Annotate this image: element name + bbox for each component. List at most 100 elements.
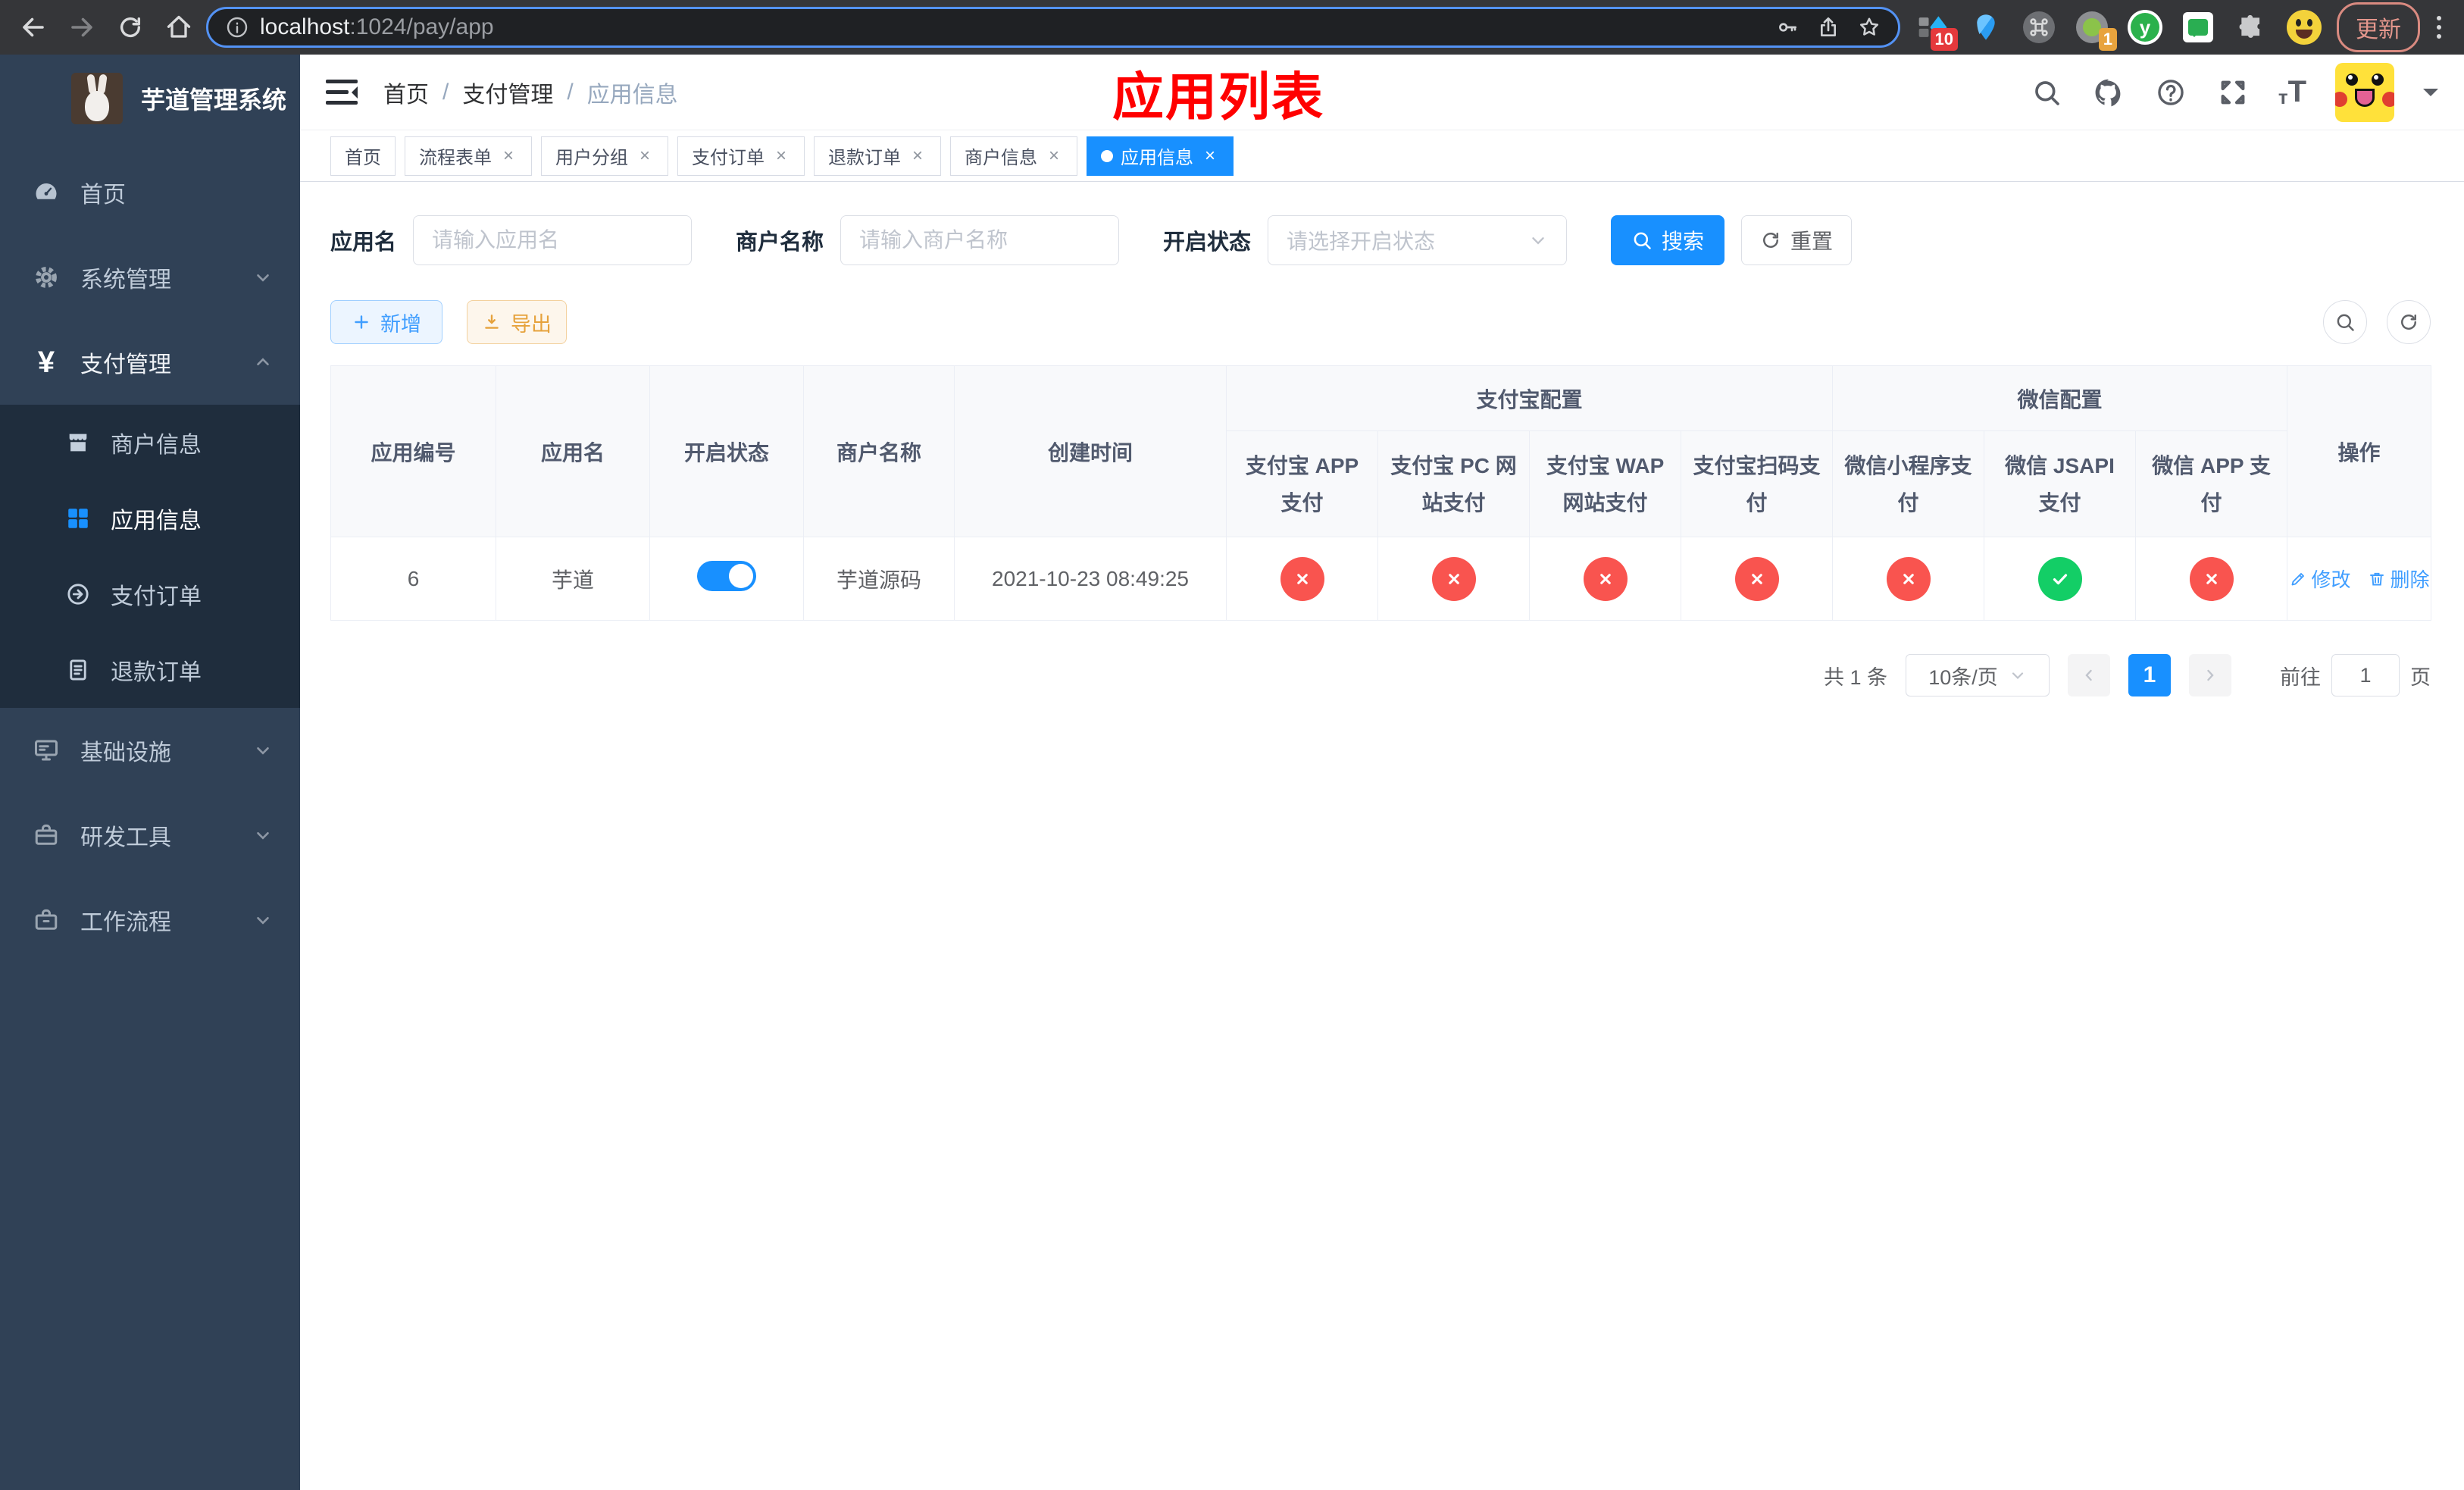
hamburger-icon[interactable] [326, 79, 358, 106]
tab-process-form[interactable]: 流程表单 [405, 136, 532, 176]
active-tab-dot [1101, 149, 1113, 162]
url-host: localhost [260, 14, 350, 39]
cell-merchant: 芋道源码 [803, 537, 955, 621]
page-size-select[interactable]: 10条/页 [1906, 654, 2050, 696]
browser-reload-button[interactable] [109, 6, 152, 49]
github-icon[interactable] [2092, 76, 2125, 109]
ext-recorder-icon[interactable]: 1 [2075, 10, 2117, 51]
delete-link[interactable]: 删除 [2368, 565, 2430, 593]
ext-command-icon[interactable] [2022, 10, 2056, 45]
tab-close-icon[interactable] [636, 147, 654, 165]
user-caret-down-icon[interactable] [2423, 88, 2438, 104]
browser-chrome: localhost:1024/pay/app 10 1 y 更新 [0, 0, 2464, 55]
ext-y-icon[interactable]: y [2128, 10, 2162, 45]
yen-icon [32, 348, 61, 377]
toolbox-icon [32, 821, 61, 850]
search-button[interactable]: 搜索 [1611, 215, 1725, 265]
tab-close-icon[interactable] [1201, 147, 1219, 165]
extensions-puzzle-icon[interactable] [2234, 10, 2269, 45]
toggle-search-button[interactable] [2323, 300, 2367, 344]
add-button[interactable]: 新增 [330, 300, 442, 344]
goto-page-input[interactable] [2331, 654, 2400, 696]
add-button-label: 新增 [380, 312, 421, 336]
tab-close-icon[interactable] [499, 147, 518, 165]
font-size-icon[interactable]: тT [2278, 75, 2306, 109]
sidebar-item-payment[interactable]: 支付管理 [0, 320, 300, 405]
cell-alipay-pc [1377, 537, 1530, 621]
cell-wechat-mini [1832, 537, 1985, 621]
col-wechat-mini: 微信小程序支付 [1832, 430, 1985, 537]
tab-home[interactable]: 首页 [330, 136, 396, 176]
sidebar-item-merchant-info[interactable]: 商户信息 [0, 405, 300, 480]
sidebar-logo[interactable]: 芋道管理系统 [0, 55, 300, 142]
chevron-down-icon [253, 740, 273, 760]
tab-close-icon[interactable] [908, 147, 927, 165]
chevron-down-icon [253, 268, 273, 287]
password-key-icon[interactable] [1775, 15, 1800, 39]
export-button[interactable]: 导出 [467, 300, 567, 344]
user-avatar[interactable] [2335, 62, 2394, 122]
ext-pin-icon[interactable] [1968, 10, 2003, 45]
status-fail-icon [2189, 556, 2234, 601]
url-text[interactable]: localhost:1024/pay/app [260, 14, 1759, 40]
help-icon[interactable] [2154, 76, 2187, 109]
edit-link[interactable]: 修改 [2289, 565, 2351, 593]
address-bar[interactable]: localhost:1024/pay/app [206, 7, 1900, 48]
sidebar-item-pay-order[interactable]: 支付订单 [0, 556, 300, 632]
tab-label: 流程表单 [419, 148, 492, 168]
sidebar-item-workflow[interactable]: 工作流程 [0, 878, 300, 963]
sidebar-item-infra[interactable]: 基础设施 [0, 708, 300, 793]
sidebar-item-system[interactable]: 系统管理 [0, 235, 300, 320]
status-select[interactable]: 请选择开启状态 [1268, 215, 1568, 265]
tab-close-icon[interactable] [1045, 147, 1063, 165]
search-icon [1634, 232, 1651, 249]
page-number-button[interactable]: 1 [2128, 654, 2171, 696]
status-fail-icon [1431, 556, 1476, 601]
prev-page-button[interactable] [2068, 654, 2110, 696]
search-icon[interactable] [2030, 76, 2063, 109]
bookmark-star-icon[interactable] [1857, 15, 1881, 39]
chrome-update-button[interactable]: 更新 [2337, 2, 2420, 52]
browser-back-button[interactable] [12, 6, 55, 49]
tab-merchant-info[interactable]: 商户信息 [950, 136, 1077, 176]
grid-icon [64, 504, 92, 533]
sidebar-item-devtools[interactable]: 研发工具 [0, 793, 300, 878]
merchant-name-input[interactable] [840, 215, 1120, 265]
sidebar-item-label: 支付订单 [111, 584, 202, 609]
sidebar-item-label: 支付管理 [80, 352, 171, 377]
tab-user-group[interactable]: 用户分组 [541, 136, 668, 176]
screenshot-root: localhost:1024/pay/app 10 1 y 更新 芋道管理系统 … [0, 0, 2464, 1490]
browser-forward-button[interactable] [61, 6, 103, 49]
tab-label: 用户分组 [555, 148, 628, 168]
sidebar-item-label: 首页 [80, 183, 126, 208]
refresh-icon [1763, 233, 1779, 248]
sidebar-item-app-info[interactable]: 应用信息 [0, 480, 300, 556]
browser-home-button[interactable] [158, 6, 200, 49]
fullscreen-icon[interactable] [2216, 76, 2250, 109]
status-toggle[interactable] [697, 561, 756, 591]
app-name-input[interactable] [413, 215, 693, 265]
breadcrumb-home[interactable]: 首页 [383, 76, 429, 109]
chrome-menu-icon[interactable] [2426, 13, 2452, 42]
refresh-table-button[interactable] [2387, 300, 2431, 344]
tab-pay-order[interactable]: 支付订单 [677, 136, 805, 176]
col-group-alipay: 支付宝配置 [1225, 365, 1834, 431]
tab-label: 首页 [345, 148, 381, 168]
cell-app-id: 6 [330, 537, 496, 621]
ext-chat-icon[interactable] [2181, 10, 2215, 45]
share-icon[interactable] [1816, 15, 1840, 39]
tab-app-info[interactable]: 应用信息 [1087, 136, 1234, 176]
ext-emoji-icon[interactable] [2287, 10, 2322, 45]
monitor-icon [32, 736, 61, 765]
reset-button[interactable]: 重置 [1741, 215, 1853, 265]
tab-refund-order[interactable]: 退款订单 [814, 136, 941, 176]
site-info-icon[interactable] [225, 15, 249, 39]
ext-devtools-icon[interactable]: 10 [1915, 10, 1958, 51]
breadcrumb-payment[interactable]: 支付管理 [462, 76, 553, 109]
cell-alipay-qr [1680, 537, 1834, 621]
sidebar-item-refund-order[interactable]: 退款订单 [0, 632, 300, 708]
tab-close-icon[interactable] [772, 147, 790, 165]
search-icon [2337, 314, 2354, 331]
next-page-button[interactable] [2189, 654, 2231, 696]
sidebar-item-home[interactable]: 首页 [0, 150, 300, 235]
